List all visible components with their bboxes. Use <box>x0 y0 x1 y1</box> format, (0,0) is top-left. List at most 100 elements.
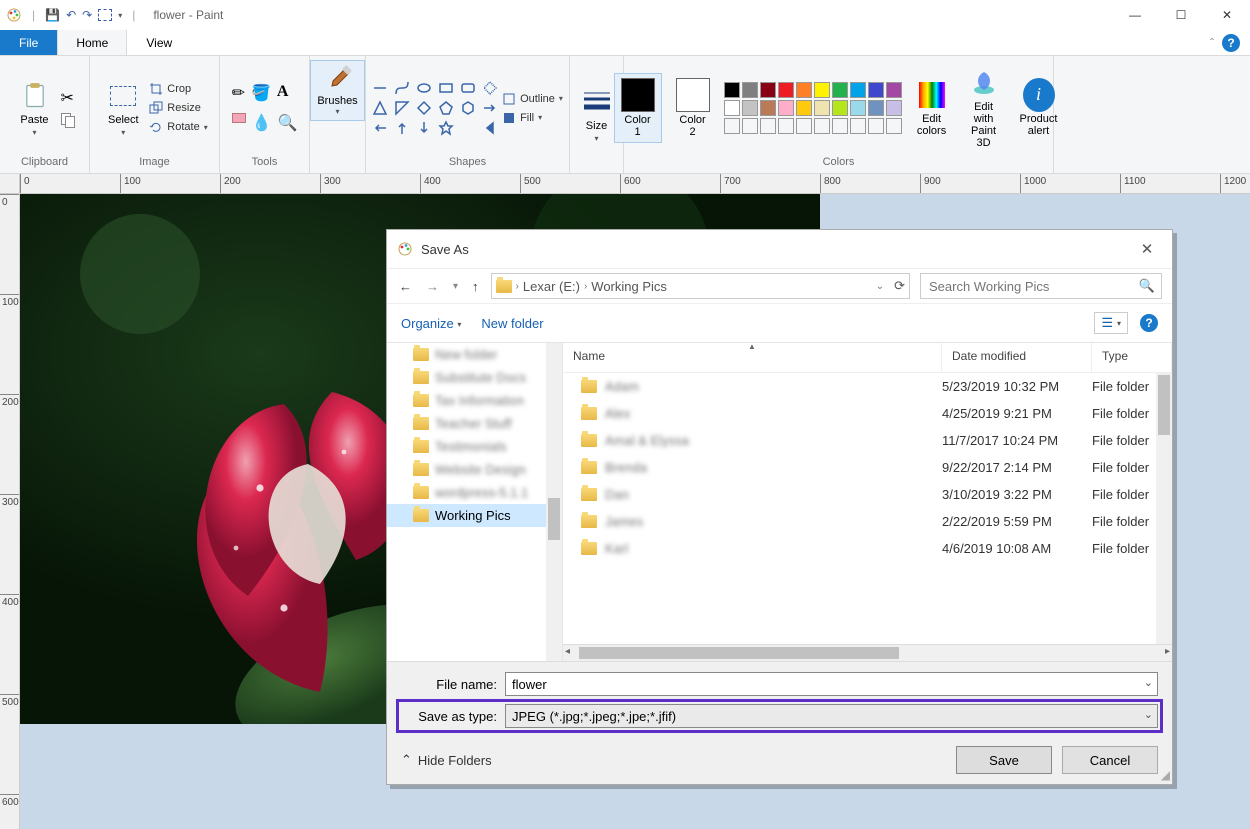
qat-select-icon[interactable] <box>98 9 112 21</box>
col-type[interactable]: Type <box>1092 343 1172 372</box>
bucket-icon[interactable]: 🪣 <box>251 83 271 103</box>
breadcrumb-folder[interactable]: Working Pics <box>591 279 667 294</box>
select-button[interactable]: Select▾ <box>101 78 145 139</box>
shapes-gallery[interactable] <box>372 80 498 136</box>
qat-redo-icon[interactable]: ↷ <box>82 8 92 22</box>
color2-button[interactable]: Color 2 <box>670 76 716 140</box>
col-date[interactable]: Date modified <box>942 343 1092 372</box>
list-row[interactable]: James2/22/2019 5:59 PMFile folder <box>563 508 1172 535</box>
search-box[interactable]: 🔍 <box>920 273 1162 299</box>
size-button[interactable]: Size▾ <box>575 84 619 145</box>
list-hscrollbar[interactable]: ◂▸ <box>563 644 1172 661</box>
qat-undo-icon[interactable]: ↶ <box>66 8 76 22</box>
breadcrumb-bar[interactable]: › Lexar (E:) › Working Pics ⌄ ⟳ <box>491 273 910 299</box>
save-as-dialog: Save As ✕ ← → ▾ ↑ › Lexar (E:) › Working… <box>386 229 1173 785</box>
window-title: flower - Paint <box>153 8 223 22</box>
savetype-label: Save as type: <box>401 709 497 724</box>
folder-tree[interactable]: New folderSubstitute DocsTax Information… <box>387 343 563 661</box>
app-icon <box>6 7 22 23</box>
color1-button[interactable]: Color 1 <box>614 73 662 143</box>
list-row[interactable]: Alex4/25/2019 9:21 PMFile folder <box>563 400 1172 427</box>
dialog-close-button[interactable]: ✕ <box>1132 240 1162 258</box>
qat-save-icon[interactable]: 💾 <box>45 8 60 22</box>
hide-folders-button[interactable]: ⌃Hide Folders <box>401 752 492 768</box>
organize-button[interactable]: Organize ▾ <box>401 316 461 331</box>
edit-with-paint3d-button[interactable]: Edit with Paint 3D <box>962 65 1006 151</box>
group-clipboard-label: Clipboard <box>21 156 68 171</box>
crop-button[interactable]: Crop <box>149 82 207 96</box>
group-shapes-label: Shapes <box>449 156 486 171</box>
dialog-title: Save As <box>421 242 469 257</box>
tree-item[interactable]: Substitute Docs <box>387 366 562 389</box>
magnifier-icon[interactable]: 🔍 <box>278 113 298 133</box>
qat-dropdown-icon[interactable]: ▾ <box>118 11 122 20</box>
eraser-icon[interactable] <box>232 113 246 123</box>
edit-colors-button[interactable]: Edit colors <box>910 77 954 139</box>
copy-icon[interactable] <box>61 113 77 129</box>
help-icon[interactable]: ? <box>1222 34 1240 52</box>
filename-input[interactable]: flower⌄ <box>505 672 1158 696</box>
text-icon[interactable]: A <box>277 83 289 103</box>
list-vscrollbar[interactable] <box>1156 373 1172 644</box>
fill-button[interactable]: Fill ▾ <box>502 111 563 125</box>
nav-back-icon[interactable]: ← <box>397 277 414 296</box>
dialog-icon <box>397 241 413 257</box>
cut-icon[interactable]: ✂ <box>61 88 77 108</box>
tab-view[interactable]: View <box>127 30 191 55</box>
tab-home[interactable]: Home <box>57 30 127 55</box>
dialog-help-icon[interactable]: ? <box>1140 314 1158 332</box>
list-row[interactable]: Dan3/10/2019 3:22 PMFile folder <box>563 481 1172 508</box>
group-colors-label: Colors <box>823 156 855 171</box>
col-name[interactable]: ▲Name <box>563 343 942 372</box>
tree-item[interactable]: Testimonials <box>387 435 562 458</box>
resize-grip-icon[interactable]: ◢ <box>1161 768 1170 782</box>
savetype-combo[interactable]: JPEG (*.jpg;*.jpeg;*.jpe;*.jfif)⌄ <box>505 704 1158 728</box>
nav-recent-icon[interactable]: ▾ <box>451 279 460 294</box>
tree-scrollbar[interactable] <box>546 343 562 661</box>
group-image-label: Image <box>139 156 170 171</box>
pencil-icon[interactable]: ✏ <box>232 83 245 103</box>
filename-label: File name: <box>401 677 497 692</box>
outline-button[interactable]: Outline ▾ <box>502 92 563 106</box>
save-button[interactable]: Save <box>956 746 1052 774</box>
search-icon[interactable]: 🔍 <box>1139 278 1155 294</box>
breadcrumb-history-icon[interactable]: ⌄ <box>876 281 884 292</box>
color-palette-custom[interactable] <box>724 118 902 134</box>
tree-item[interactable]: Tax Information <box>387 389 562 412</box>
ribbon-tabs: File Home View ˆ ? <box>0 30 1250 56</box>
tree-item[interactable]: Teacher Stuff <box>387 412 562 435</box>
resize-button[interactable]: Resize <box>149 101 207 115</box>
list-row[interactable]: Amal & Elyssa11/7/2017 10:24 PMFile fold… <box>563 427 1172 454</box>
nav-forward-icon[interactable]: → <box>424 277 441 296</box>
breadcrumb-drive[interactable]: Lexar (E:) <box>523 279 580 294</box>
maximize-button[interactable]: ☐ <box>1158 0 1204 30</box>
product-alert-button[interactable]: i Product alert <box>1014 77 1064 139</box>
ruler-vertical: 0100200300400500600 <box>0 194 20 829</box>
rotate-button[interactable]: Rotate ▾ <box>149 120 207 134</box>
view-options-button[interactable]: ☰▾ <box>1094 312 1128 334</box>
group-tools-label: Tools <box>252 156 278 171</box>
list-row[interactable]: Adam5/23/2019 10:32 PMFile folder <box>563 373 1172 400</box>
tree-item[interactable]: Website Design <box>387 458 562 481</box>
dropper-icon[interactable]: 💧 <box>252 113 272 133</box>
paste-button[interactable]: Paste▾ <box>13 78 57 139</box>
tree-item[interactable]: wordpress-5.1.1 <box>387 481 562 504</box>
cancel-button[interactable]: Cancel <box>1062 746 1158 774</box>
refresh-icon[interactable]: ⟳ <box>894 278 905 294</box>
drive-icon <box>496 280 512 293</box>
brushes-button[interactable]: Brushes ▾ <box>310 60 364 121</box>
file-list[interactable]: ▲Name Date modified Type Adam5/23/2019 1… <box>563 343 1172 661</box>
list-row[interactable]: Brenda9/22/2017 2:14 PMFile folder <box>563 454 1172 481</box>
tab-file[interactable]: File <box>0 30 57 55</box>
close-button[interactable]: ✕ <box>1204 0 1250 30</box>
title-bar: | 💾 ↶ ↷ ▾ | flower - Paint — ☐ ✕ <box>0 0 1250 30</box>
search-input[interactable] <box>927 278 1139 295</box>
new-folder-button[interactable]: New folder <box>481 316 543 331</box>
tree-item[interactable]: New folder <box>387 343 562 366</box>
collapse-ribbon-icon[interactable]: ˆ <box>1210 36 1214 50</box>
tree-item[interactable]: Working Pics <box>387 504 562 527</box>
nav-up-icon[interactable]: ↑ <box>470 277 481 296</box>
minimize-button[interactable]: — <box>1112 0 1158 30</box>
color-palette[interactable] <box>724 82 902 116</box>
list-row[interactable]: Karl4/6/2019 10:08 AMFile folder <box>563 535 1172 562</box>
